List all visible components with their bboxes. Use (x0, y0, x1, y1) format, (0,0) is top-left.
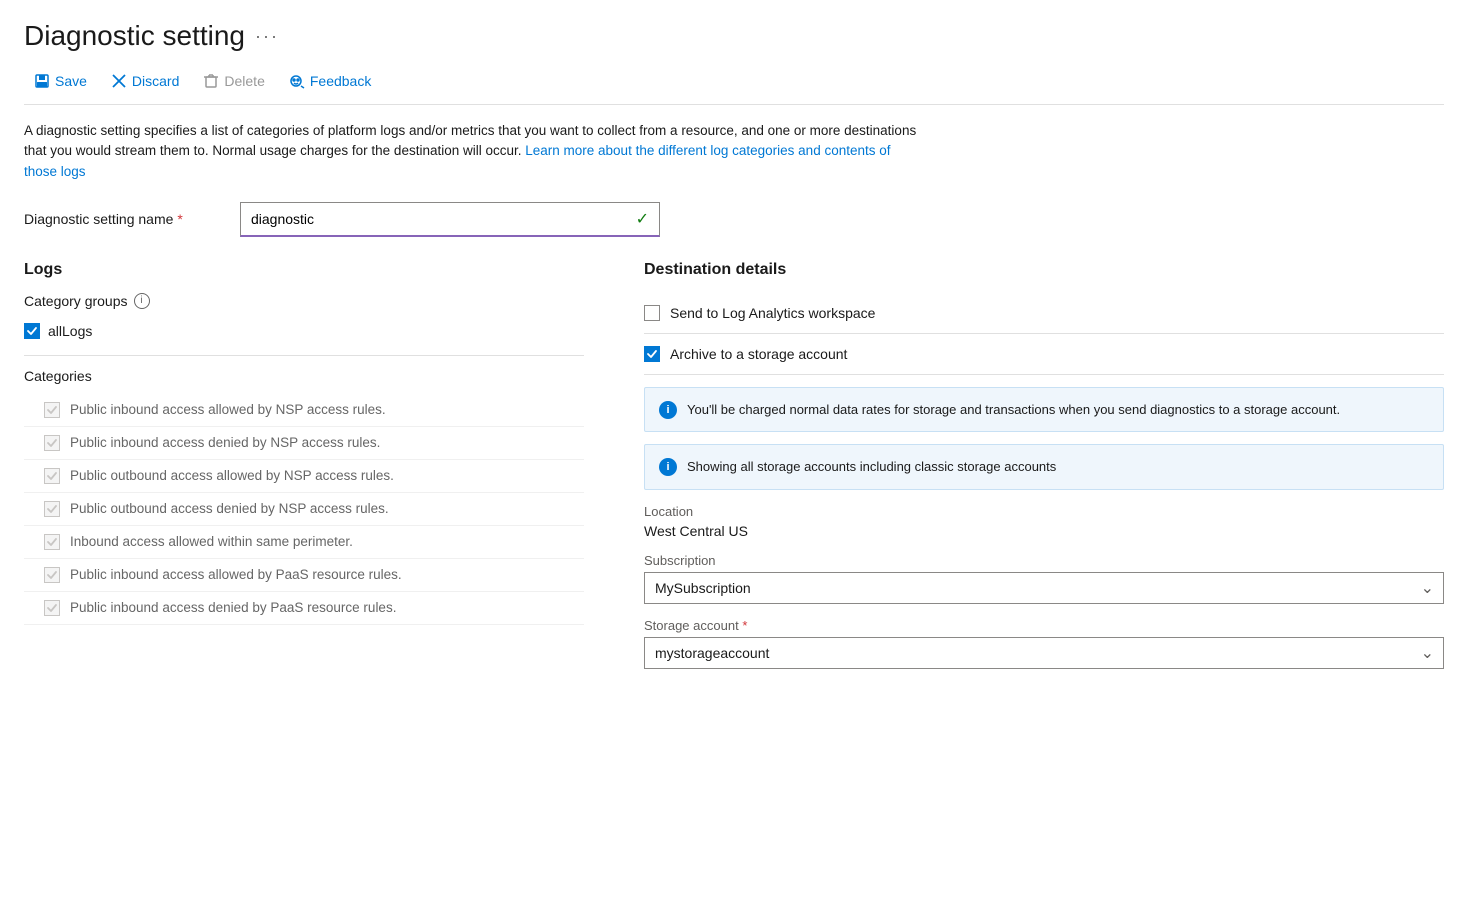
category-checkbox-4[interactable] (44, 534, 60, 550)
page-title: Diagnostic setting ··· (24, 20, 1444, 52)
archive-storage-checkbox[interactable] (644, 346, 660, 362)
category-item-text-4: Inbound access allowed within same perim… (70, 534, 353, 549)
description: A diagnostic setting specifies a list of… (24, 121, 924, 182)
delete-icon (203, 73, 219, 89)
destination-section-title: Destination details (644, 261, 1444, 279)
category-groups-info-icon[interactable]: i (134, 293, 150, 309)
category-checkbox-0[interactable] (44, 402, 60, 418)
category-checkbox-6[interactable] (44, 600, 60, 616)
subscription-select-wrapper: MySubscription (644, 572, 1444, 604)
save-button[interactable]: Save (24, 68, 97, 94)
location-value: West Central US (644, 523, 1444, 539)
log-analytics-checkbox[interactable] (644, 305, 660, 321)
toolbar: Save Discard Delete (24, 68, 1444, 105)
storage-required-star: * (742, 618, 747, 633)
setting-name-row: Diagnostic setting name * ✓ (24, 202, 1444, 237)
category-item-text-2: Public outbound access allowed by NSP ac… (70, 468, 394, 483)
info-banner-text-1: You'll be charged normal data rates for … (687, 400, 1340, 420)
category-checkbox-5[interactable] (44, 567, 60, 583)
info-icon-2: i (659, 458, 677, 476)
allLogs-checkbox[interactable] (24, 323, 40, 339)
required-star: * (177, 211, 182, 227)
list-item: Public outbound access denied by NSP acc… (24, 493, 584, 526)
category-checkbox-3[interactable] (44, 501, 60, 517)
discard-button[interactable]: Discard (101, 68, 189, 94)
divider-1 (24, 355, 584, 356)
logs-panel: Logs Category groups i allLogs Categorie… (24, 261, 584, 683)
list-item: Public outbound access allowed by NSP ac… (24, 460, 584, 493)
subscription-label: Subscription (644, 553, 1444, 568)
location-section: Location West Central US (644, 504, 1444, 539)
list-item: Public inbound access denied by PaaS res… (24, 592, 584, 625)
list-item: Public inbound access allowed by NSP acc… (24, 394, 584, 427)
info-banner-text-2: Showing all storage accounts including c… (687, 457, 1056, 477)
delete-button[interactable]: Delete (193, 68, 274, 94)
list-item: Public inbound access denied by NSP acce… (24, 427, 584, 460)
logs-section-title: Logs (24, 261, 584, 279)
category-item-text-3: Public outbound access denied by NSP acc… (70, 501, 389, 516)
category-item-text-5: Public inbound access allowed by PaaS re… (70, 567, 402, 582)
discard-icon (111, 73, 127, 89)
category-checkbox-2[interactable] (44, 468, 60, 484)
category-item-text-1: Public inbound access denied by NSP acce… (70, 435, 380, 450)
log-analytics-row: Send to Log Analytics workspace (644, 293, 1444, 334)
storage-account-select[interactable]: mystorageaccount (644, 637, 1444, 669)
destination-panel: Destination details Send to Log Analytic… (644, 261, 1444, 683)
info-banner-charges: i You'll be charged normal data rates fo… (644, 387, 1444, 433)
subscription-section: Subscription MySubscription (644, 553, 1444, 604)
category-groups-label: Category groups (24, 293, 128, 309)
category-groups-header: Category groups i (24, 293, 584, 309)
title-ellipsis: ··· (255, 26, 279, 47)
setting-name-input[interactable] (251, 211, 609, 227)
setting-name-label: Diagnostic setting name * (24, 211, 224, 227)
archive-storage-row: Archive to a storage account (644, 334, 1444, 375)
category-checkbox-1[interactable] (44, 435, 60, 451)
main-content: Logs Category groups i allLogs Categorie… (24, 261, 1444, 683)
log-analytics-label: Send to Log Analytics workspace (670, 305, 875, 321)
location-label: Location (644, 504, 1444, 519)
subscription-select[interactable]: MySubscription (644, 572, 1444, 604)
allLogs-checkbox-row: allLogs (24, 319, 584, 343)
save-icon (34, 73, 50, 89)
categories-list: Public inbound access allowed by NSP acc… (24, 394, 584, 625)
storage-account-select-wrapper: mystorageaccount (644, 637, 1444, 669)
info-banner-storage: i Showing all storage accounts including… (644, 444, 1444, 490)
list-item: Public inbound access allowed by PaaS re… (24, 559, 584, 592)
allLogs-label: allLogs (48, 323, 92, 339)
categories-label: Categories (24, 368, 584, 384)
info-icon-1: i (659, 401, 677, 419)
feedback-icon (289, 73, 305, 89)
archive-storage-label: Archive to a storage account (670, 346, 847, 362)
category-item-text-6: Public inbound access denied by PaaS res… (70, 600, 396, 615)
category-item-text-0: Public inbound access allowed by NSP acc… (70, 402, 386, 417)
list-item: Inbound access allowed within same perim… (24, 526, 584, 559)
setting-name-input-wrapper: ✓ (240, 202, 660, 237)
storage-account-label: Storage account * (644, 618, 1444, 633)
storage-account-section: Storage account * mystorageaccount (644, 618, 1444, 669)
feedback-button[interactable]: Feedback (279, 68, 381, 94)
valid-check-icon: ✓ (636, 209, 649, 229)
